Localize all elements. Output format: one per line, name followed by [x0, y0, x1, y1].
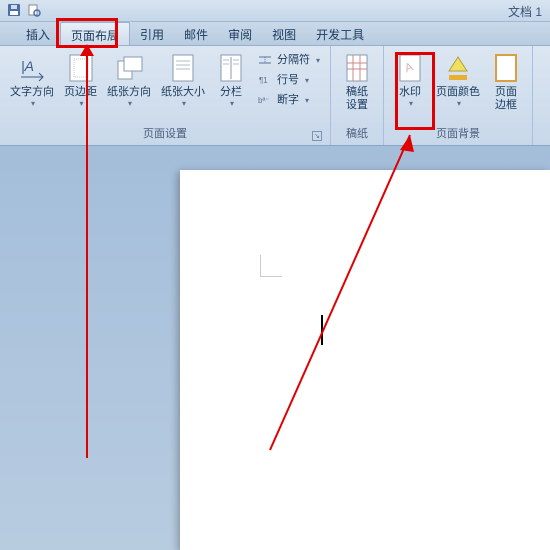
size-button[interactable]: 纸张大小 ▾: [157, 50, 209, 110]
orientation-button[interactable]: 纸张方向 ▾: [103, 50, 155, 110]
margins-icon: [65, 52, 97, 84]
text-direction-button[interactable]: |A 文字方向 ▾: [6, 50, 58, 110]
page-border-icon: [490, 52, 522, 84]
line-numbers-button[interactable]: ¶1 行号▾: [253, 70, 324, 90]
watermark-icon: A: [394, 52, 426, 84]
columns-button[interactable]: 分栏 ▾: [211, 50, 251, 110]
margins-button[interactable]: 页边距 ▾: [60, 50, 101, 110]
page-color-icon: [442, 52, 474, 84]
group-label-manuscript: 稿纸: [337, 123, 377, 143]
line-numbers-icon: ¶1: [257, 72, 273, 88]
text-direction-icon: |A: [16, 52, 48, 84]
columns-icon: [215, 52, 247, 84]
dropdown-icon: ▾: [31, 99, 35, 108]
group-page-setup: |A 文字方向 ▾ 页边距 ▾ 纸张方向 ▾ 纸张大小 ▾ 分栏: [0, 46, 331, 145]
text-cursor: [321, 315, 323, 345]
breaks-button[interactable]: 分隔符▾: [253, 50, 324, 70]
dialog-launcher-icon[interactable]: ↘: [312, 131, 322, 141]
group-page-background: A 水印 ▾ 页面颜色 ▾ 页面 边框 页面背景: [384, 46, 533, 145]
tab-page-layout[interactable]: 页面布局: [60, 22, 130, 45]
tab-references[interactable]: 引用: [130, 22, 174, 45]
tab-view[interactable]: 视图: [262, 22, 306, 45]
ribbon-tabs: 插入 页面布局 引用 邮件 审阅 视图 开发工具: [0, 22, 550, 46]
document-page[interactable]: [180, 170, 550, 550]
breaks-icon: [257, 52, 273, 68]
tab-review[interactable]: 审阅: [218, 22, 262, 45]
page-border-button[interactable]: 页面 边框: [486, 50, 526, 114]
tab-developer[interactable]: 开发工具: [306, 22, 374, 45]
watermark-button[interactable]: A 水印 ▾: [390, 50, 430, 110]
manuscript-icon: [341, 52, 373, 84]
ribbon: |A 文字方向 ▾ 页边距 ▾ 纸张方向 ▾ 纸张大小 ▾ 分栏: [0, 46, 550, 146]
save-icon[interactable]: [6, 2, 22, 18]
document-title: 文档 1: [508, 3, 542, 20]
orientation-icon: [113, 52, 145, 84]
dropdown-icon: ▾: [79, 99, 83, 108]
dropdown-icon: ▾: [230, 99, 234, 108]
svg-text:|A: |A: [21, 58, 34, 74]
manuscript-settings-button[interactable]: 稿纸 设置: [337, 50, 377, 114]
svg-text:bª⁻: bª⁻: [258, 96, 270, 105]
dropdown-icon: ▾: [409, 99, 413, 108]
page-color-button[interactable]: 页面颜色 ▾: [432, 50, 484, 110]
dropdown-icon: ▾: [457, 99, 461, 108]
dropdown-icon: ▾: [128, 99, 132, 108]
size-icon: [167, 52, 199, 84]
hyphenation-button[interactable]: bª⁻ 断字▾: [253, 90, 324, 110]
print-preview-icon[interactable]: [26, 2, 42, 18]
group-manuscript: 稿纸 设置 稿纸: [331, 46, 384, 145]
tab-insert[interactable]: 插入: [16, 22, 60, 45]
svg-text:¶1: ¶1: [259, 76, 268, 85]
hyphenation-icon: bª⁻: [257, 92, 273, 108]
group-label-background: 页面背景: [390, 123, 526, 143]
group-label-page-setup: 页面设置: [143, 123, 187, 143]
tab-mailings[interactable]: 邮件: [174, 22, 218, 45]
quick-access-toolbar: [6, 2, 42, 18]
dropdown-icon: ▾: [182, 99, 186, 108]
title-bar: 文档 1: [0, 0, 550, 22]
margin-indicator: [260, 255, 282, 277]
